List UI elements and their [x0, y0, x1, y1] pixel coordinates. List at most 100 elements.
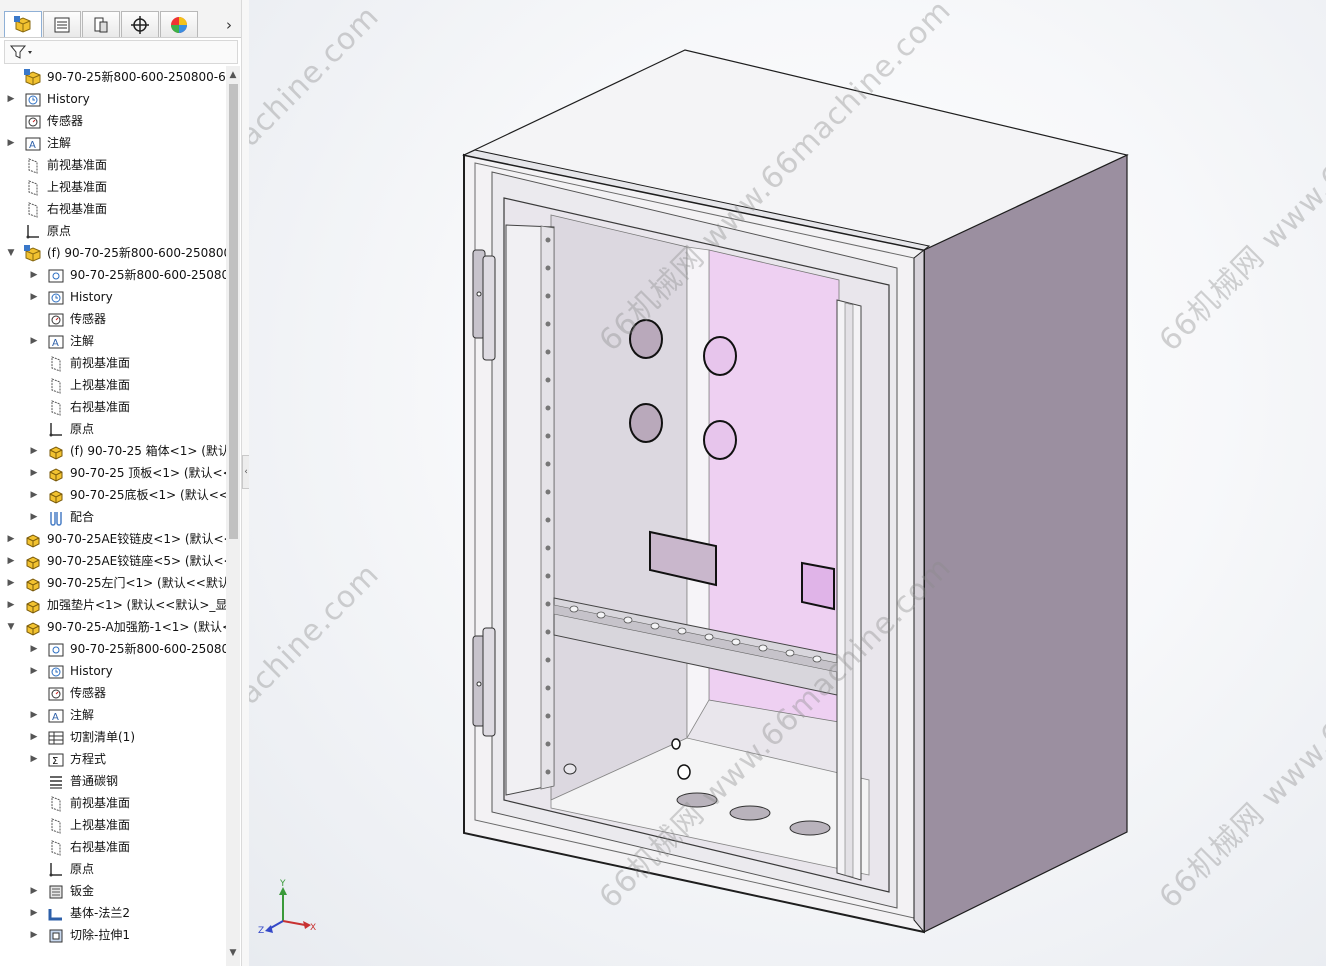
tree-item-label: 右视基准面	[70, 400, 131, 414]
history-icon	[25, 93, 41, 107]
expand-arrow-icon[interactable]: ▶	[5, 528, 17, 550]
tree-item[interactable]: ▶ 90-70-25新800-600-25080	[0, 638, 226, 660]
tree-item[interactable]: 原点	[0, 858, 226, 880]
expand-arrow-icon[interactable]: ▶	[28, 902, 40, 924]
featuremanager-tree-tab[interactable]	[4, 11, 42, 37]
configuration-manager-tab[interactable]	[82, 11, 120, 37]
tree-item[interactable]: ▶ History	[0, 660, 226, 682]
expand-arrow-icon[interactable]: ▶	[5, 550, 17, 572]
tree-item[interactable]: ▶ 切割清单(1)	[0, 726, 226, 748]
display-manager-tab[interactable]	[160, 11, 198, 37]
tree-item[interactable]: ▼ (f) 90-70-25新800-600-250800	[0, 242, 226, 264]
tree-item[interactable]: 传感器	[0, 308, 226, 330]
tree-item-label: 切割清单(1)	[70, 730, 135, 744]
tree-item[interactable]: ▶ A 注解	[0, 704, 226, 726]
tree-item-label: 传感器	[47, 114, 84, 128]
expand-arrow-icon[interactable]: ▶	[28, 440, 40, 462]
svg-text:A: A	[29, 140, 36, 151]
expand-arrow-icon[interactable]: ▶	[5, 572, 17, 594]
expand-arrow-icon[interactable]: ▶	[28, 286, 40, 308]
expand-arrow-icon[interactable]: ▶	[28, 660, 40, 682]
tree-filter[interactable]	[4, 40, 238, 64]
expand-arrow-icon[interactable]: ▶	[28, 726, 40, 748]
expand-arrow-icon[interactable]: ▶	[28, 880, 40, 902]
tree-item[interactable]: ▶ History	[0, 88, 226, 110]
expand-arrow-icon[interactable]: ▶	[28, 330, 40, 352]
tree-item[interactable]: ▶ 90-70-25 顶板<1> (默认<<	[0, 462, 226, 484]
expand-arrow-icon[interactable]: ▶	[28, 704, 40, 726]
tree-item[interactable]: ▶ 90-70-25新800-600-25080	[0, 264, 226, 286]
tree-item[interactable]: 上视基准面	[0, 814, 226, 836]
property-manager-icon	[54, 17, 70, 32]
annotation-icon: A	[48, 335, 64, 349]
tree-item-label: 原点	[47, 224, 72, 238]
tree-item[interactable]: 右视基准面	[0, 198, 226, 220]
tree-item[interactable]: ▶ 钣金	[0, 880, 226, 902]
tree-item-label: 上视基准面	[70, 378, 131, 392]
tree-item[interactable]: 传感器	[0, 682, 226, 704]
tree-item[interactable]: 原点	[0, 418, 226, 440]
tree-item[interactable]: 90-70-25新800-600-250800-60	[0, 66, 226, 88]
tree-item-label: 90-70-25-A加强筋-1<1> (默认<	[47, 620, 226, 634]
tree-item[interactable]: ▶ 90-70-25左门<1> (默认<<默认	[0, 572, 226, 594]
tree-item[interactable]: ▶ 基体-法兰2	[0, 902, 226, 924]
tree-item[interactable]: ▶ 切除-拉伸1	[0, 924, 226, 946]
tree-item[interactable]: 原点	[0, 220, 226, 242]
collapse-arrow-icon[interactable]: ▼	[5, 242, 17, 264]
expand-arrow-icon[interactable]: ▶	[5, 594, 17, 616]
expand-arrow-icon[interactable]: ▶	[5, 88, 17, 110]
scroll-thumb[interactable]	[229, 84, 238, 539]
tree-item[interactable]: ▶ History	[0, 286, 226, 308]
expand-arrow-icon[interactable]: ▶	[28, 264, 40, 286]
expand-arrow-icon[interactable]: ▶	[28, 638, 40, 660]
tree-item[interactable]: ▶ Σ 方程式	[0, 748, 226, 770]
tree-item[interactable]: ▶ 配合	[0, 506, 226, 528]
history-icon	[48, 291, 64, 305]
part-icon	[26, 578, 40, 592]
tree-scrollbar[interactable]: ▲ ▼	[226, 66, 240, 966]
tree-item[interactable]: ▶ 90-70-25底板<1> (默认<<	[0, 484, 226, 506]
tree-item[interactable]: ▶ A 注解	[0, 132, 226, 154]
tree-item[interactable]: 前视基准面	[0, 352, 226, 374]
tree-item[interactable]: 前视基准面	[0, 154, 226, 176]
expand-arrow-icon[interactable]: ▶	[28, 484, 40, 506]
tree-item[interactable]: ▶ 90-70-25AE铰链皮<1> (默认<<	[0, 528, 226, 550]
tree-item[interactable]: ▶ 90-70-25AE铰链座<5> (默认<<	[0, 550, 226, 572]
collapse-arrow-icon[interactable]: ▼	[5, 616, 17, 638]
expand-arrow-icon[interactable]: ▶	[28, 506, 40, 528]
expand-arrow-icon[interactable]: ▶	[5, 132, 17, 154]
tree-item[interactable]: 前视基准面	[0, 792, 226, 814]
more-tabs-button[interactable]: ›	[220, 14, 238, 36]
tree-item[interactable]: 右视基准面	[0, 396, 226, 418]
expand-arrow-icon[interactable]: ▶	[28, 462, 40, 484]
tree-item-label: 传感器	[70, 312, 107, 326]
panel-splitter[interactable]: ‹	[241, 0, 250, 966]
scroll-up-button[interactable]: ▲	[226, 68, 240, 82]
tree-item[interactable]: ▶ 加强垫片<1> (默认<<默认>_显	[0, 594, 226, 616]
tree-item[interactable]: ▼ 90-70-25-A加强筋-1<1> (默认<	[0, 616, 226, 638]
plane-icon	[28, 180, 38, 196]
tree-item[interactable]: ▶ A 注解	[0, 330, 226, 352]
tree-item[interactable]: 普通碳钢	[0, 770, 226, 792]
tree-item[interactable]: 上视基准面	[0, 374, 226, 396]
history-icon	[48, 665, 64, 679]
tree-item-label: 加强垫片<1> (默认<<默认>_显	[47, 598, 226, 612]
triad-x-label: X	[310, 923, 316, 933]
cabinet-model[interactable]: Y X Z	[249, 0, 1326, 966]
svg-text:A: A	[52, 338, 59, 349]
sensor-icon	[25, 115, 41, 129]
property-manager-tab[interactable]	[43, 11, 81, 37]
dimxpert-tab[interactable]	[121, 11, 159, 37]
expand-arrow-icon[interactable]: ▶	[28, 748, 40, 770]
tree-item[interactable]: 上视基准面	[0, 176, 226, 198]
graphics-viewport[interactable]: Y X Z 66机械网 www.66machine.com 66机械网 www.…	[249, 0, 1326, 966]
scroll-down-button[interactable]: ▼	[226, 946, 240, 960]
tree-item[interactable]: 右视基准面	[0, 836, 226, 858]
tree-item-label: 上视基准面	[70, 818, 131, 832]
tree-item[interactable]: 传感器	[0, 110, 226, 132]
tree-item[interactable]: ▶ (f) 90-70-25 箱体<1> (默认<<	[0, 440, 226, 462]
expand-arrow-icon[interactable]: ▶	[28, 924, 40, 946]
